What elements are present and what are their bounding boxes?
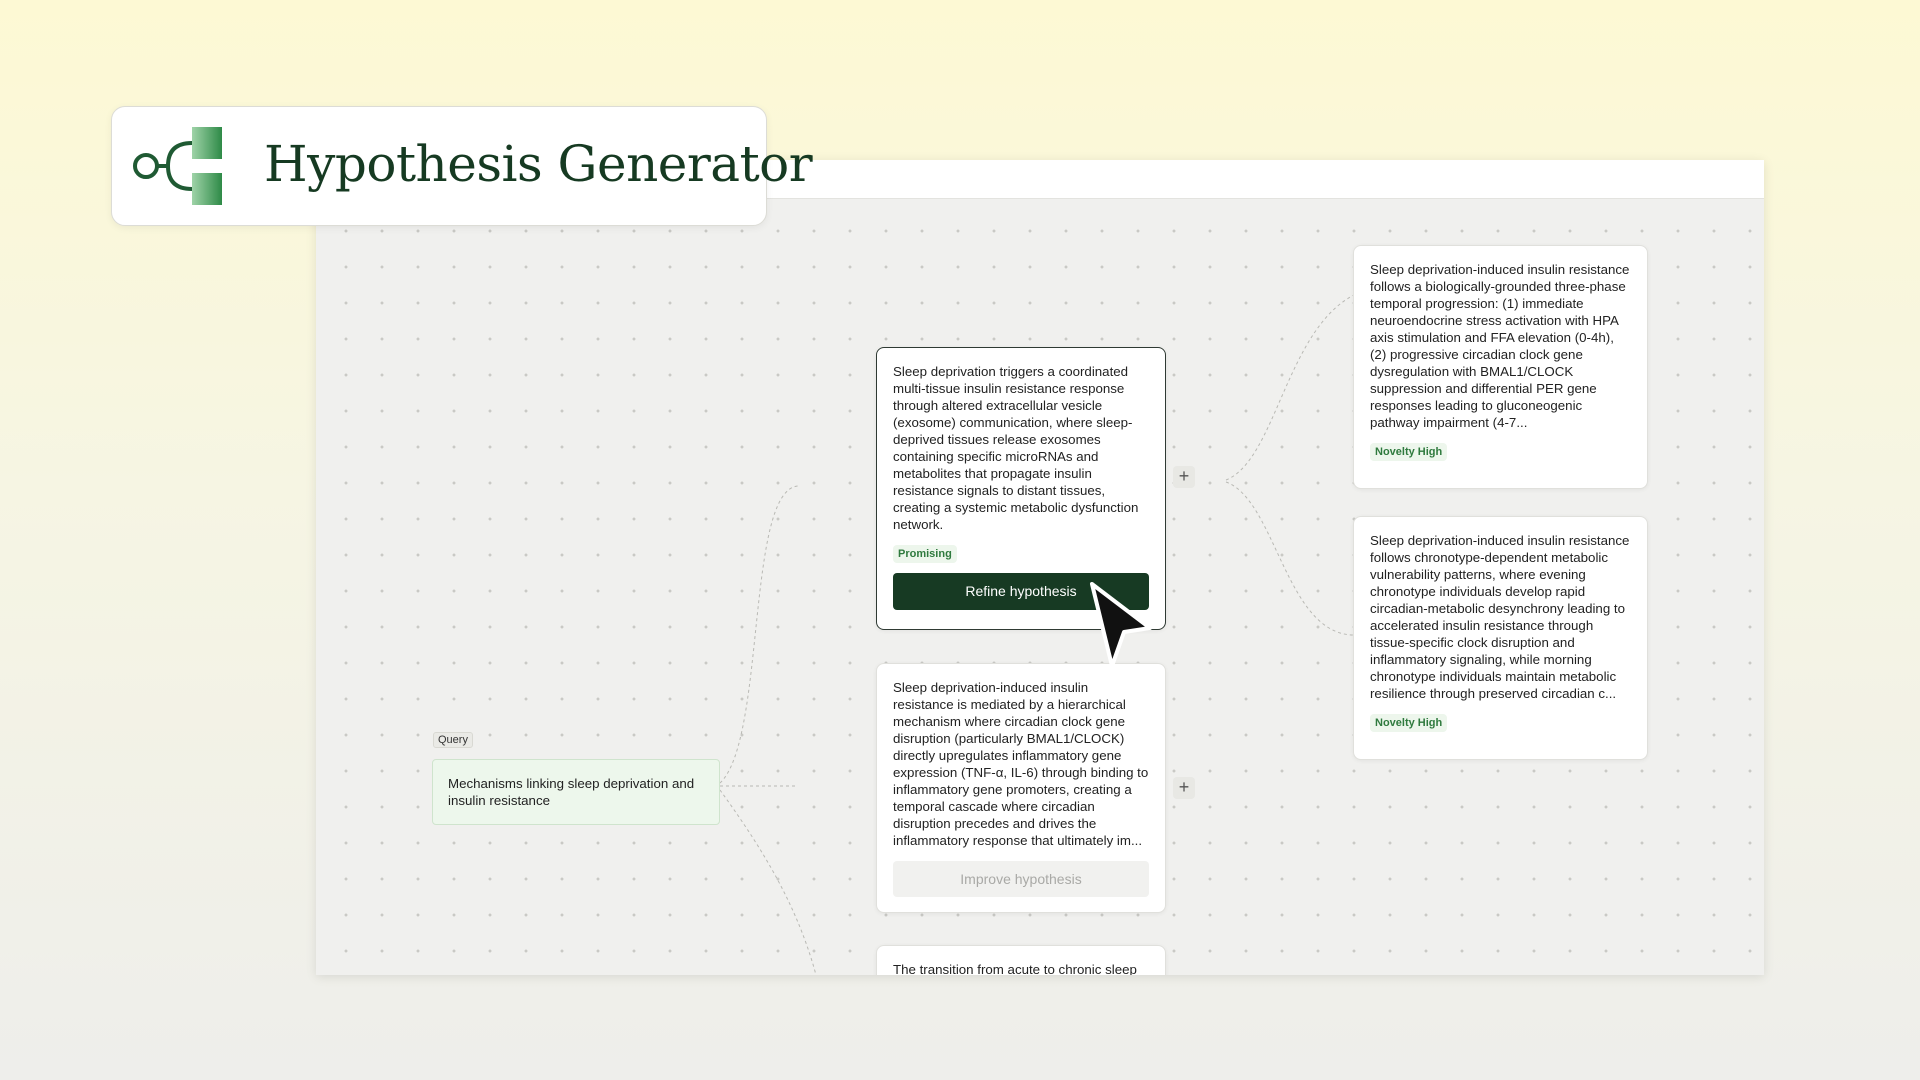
query-node[interactable]: Mechanisms linking sleep deprivation and… [432,759,720,825]
refinement-card-2[interactable]: Sleep deprivation-induced insulin resist… [1353,516,1648,760]
hypothesis-card-3[interactable]: The transition from acute to chronic sle… [876,945,1166,975]
novelty-badge: Novelty High [1370,714,1448,732]
hypothesis-text: The transition from acute to chronic sle… [893,962,1137,975]
query-tag: Query [433,732,473,748]
app-window: Sleep deprivation triggers a coordinated… [316,160,1764,975]
status-badge: Promising [893,545,957,563]
plus-icon[interactable]: + [1173,466,1195,488]
app-title: Hypothesis Generator [264,135,813,193]
title-card: Hypothesis Generator [111,106,813,226]
refinement-text: Sleep deprivation-induced insulin resist… [1370,262,1630,430]
refinement-card-1[interactable]: Sleep deprivation-induced insulin resist… [1353,245,1648,489]
refinement-text: Sleep deprivation-induced insulin resist… [1370,533,1630,701]
plus-icon[interactable]: + [1173,777,1195,799]
hypothesis-text: Sleep deprivation triggers a coordinated… [893,364,1139,532]
novelty-badge: Novelty High [1370,443,1448,461]
tree-branch-logo [133,127,222,205]
hypothesis-text: Sleep deprivation-induced insulin resist… [893,680,1149,848]
hypothesis-card-2[interactable]: Sleep deprivation-induced insulin resist… [876,663,1166,913]
improve-hypothesis-button[interactable]: Improve hypothesis [893,861,1149,897]
cursor-arrow-icon [1090,582,1152,668]
